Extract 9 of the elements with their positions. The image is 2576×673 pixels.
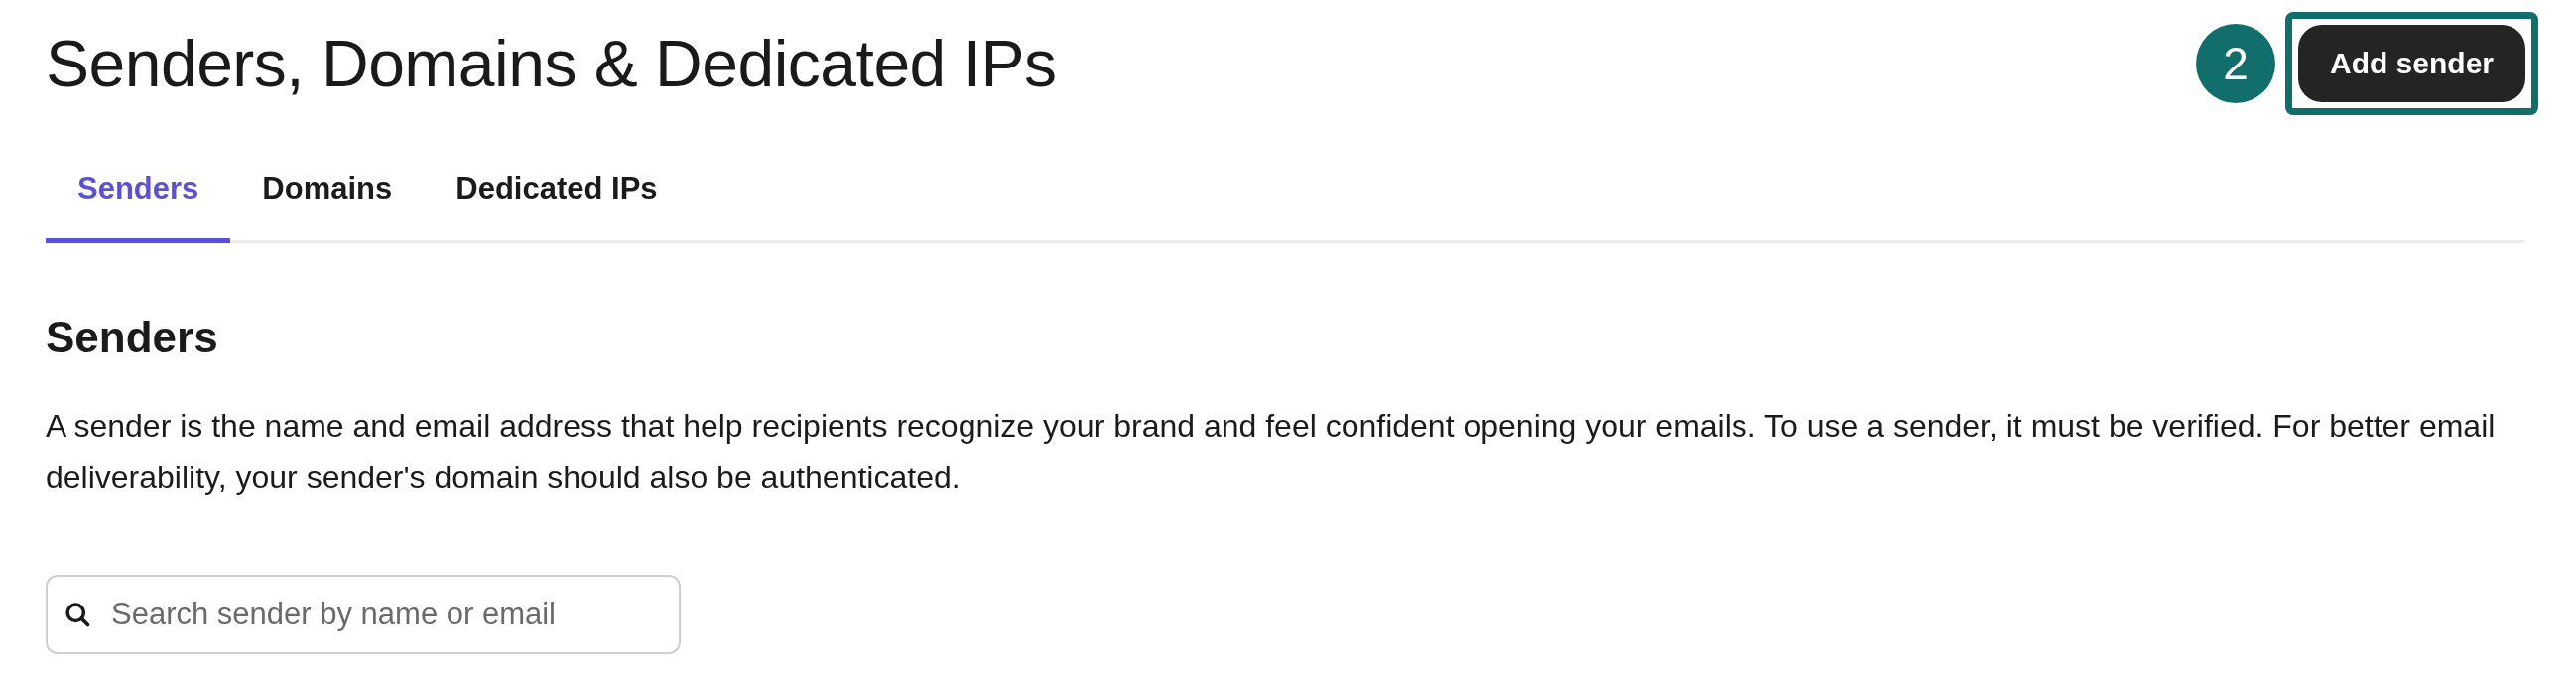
step-badge: 2 (2195, 24, 2275, 103)
tab[interactable]: Dedicated IPs (424, 143, 690, 243)
add-sender-button[interactable]: Add sender (2297, 25, 2525, 102)
search-field[interactable]: Search sender by name or email (46, 575, 681, 654)
tab[interactable]: Domains (230, 143, 425, 243)
page-title: Senders, Domains & Dedicated IPs (46, 26, 1057, 101)
section-heading: Senders (46, 313, 219, 362)
tab[interactable]: Senders (46, 143, 231, 243)
section-description: A sender is the name and email address that help recipients recognize your brand and feel confident opening your emails. To use a sender, it must be verified. For better email deliverability, your sender's domain should also be authenticated. (46, 407, 2497, 497)
